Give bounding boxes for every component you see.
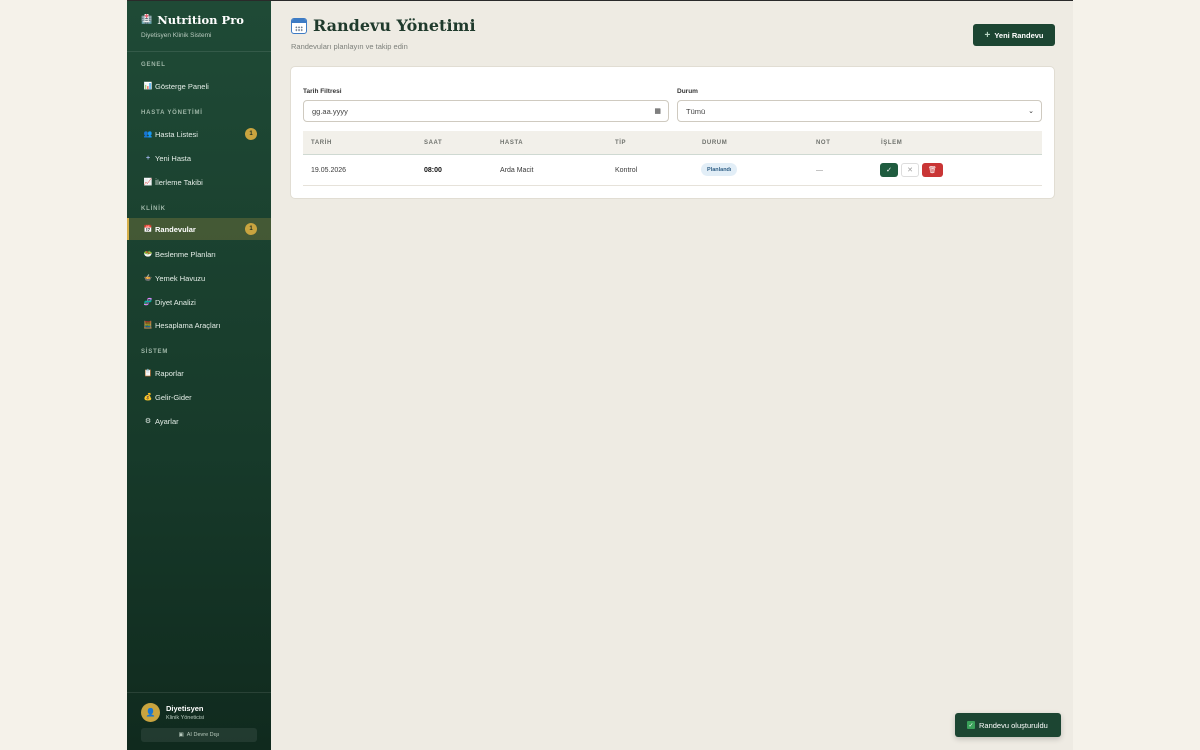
check-icon: ✓ (967, 721, 975, 729)
col-type: TİP (615, 140, 627, 146)
status-filter-select[interactable]: Tümü ⌄ (677, 100, 1042, 122)
table-row: 19.05.2026 08:00 Arda Macit Kontrol Plan… (303, 155, 1042, 186)
sidebar-item-reports[interactable]: 📋 Raporlar (127, 362, 271, 384)
user-panel: 👤 Diyetisyen Klinik Yöneticisi ▣ AI Devr… (127, 692, 271, 750)
section-klinik: KLİNİK (141, 206, 166, 212)
status-filter-label: Durum (677, 88, 698, 95)
close-icon: ✕ (907, 167, 913, 174)
col-action: İŞLEM (881, 140, 903, 146)
sidebar-item-dashboard[interactable]: 📊 Gösterge Paneli (127, 75, 271, 97)
avatar: 👤 (141, 703, 160, 722)
chevron-down-icon: ⌄ (1028, 108, 1034, 115)
sidebar-item-new-patient[interactable]: + Yeni Hasta (127, 147, 271, 169)
user-name: Diyetisyen (166, 704, 204, 713)
check-icon: ✓ (886, 167, 892, 174)
section-sistem: SİSTEM (141, 349, 169, 355)
date-filter-label: Tarih Filtresi (303, 88, 342, 95)
sidebar-item-calculators[interactable]: 🧮 Hesaplama Araçları (127, 314, 271, 336)
page-title: Randevu Yönetimi (291, 16, 476, 35)
appointment-count-badge: 1 (245, 223, 257, 235)
calendar-icon: 📅 (143, 226, 153, 233)
sidebar-item-patient-list[interactable]: 👥 Hasta Listesi 1 (127, 123, 271, 145)
clinic-icon: 🏥 (141, 15, 153, 25)
new-appointment-button[interactable]: + Yeni Randevu (973, 24, 1055, 46)
patient-count-badge: 1 (245, 128, 257, 140)
ai-toggle-button[interactable]: ▣ AI Devre Dışı (141, 728, 257, 742)
user-role: Klinik Yöneticisi (166, 715, 205, 721)
sidebar-item-diet-analysis[interactable]: 🧬 Diyet Analizi (127, 291, 271, 313)
sidebar-item-settings[interactable]: ⚙ Ayarlar (127, 410, 271, 432)
plus-icon: + (984, 29, 991, 41)
sidebar: 🏥 Nutrition Pro Diyetisyen Klinik Sistem… (127, 1, 271, 750)
page-subtitle: Randevuları planlayın ve takip edin (291, 42, 408, 51)
brand: 🏥 Nutrition Pro Diyetisyen Klinik Sistem… (127, 1, 271, 52)
cell-type: Kontrol (615, 167, 638, 174)
delete-button[interactable]: 🗑 (922, 163, 943, 177)
table-header: TARİH SAAT HASTA TİP DURUM NOT İŞLEM (303, 131, 1042, 155)
bowl-icon: 🍲 (143, 275, 153, 282)
brand-title: 🏥 Nutrition Pro (141, 13, 244, 27)
cancel-button[interactable]: ✕ (901, 163, 919, 177)
appointments-card: Tarih Filtresi gg.aa.yyyy ▦ Durum Tümü ⌄… (290, 66, 1055, 199)
cell-date: 19.05.2026 (311, 167, 347, 174)
calendar-icon (291, 17, 307, 34)
section-hasta-yonetimi: HASTA YÖNETİMİ (141, 110, 203, 116)
sidebar-item-nutrition-plans[interactable]: 🥗 Beslenme Planları (127, 243, 271, 265)
sidebar-item-appointments[interactable]: 📅 Randevular 1 (127, 218, 271, 240)
col-date: TARİH (311, 140, 332, 146)
plan-icon: 🥗 (143, 251, 153, 258)
col-note: NOT (816, 140, 831, 146)
gear-icon: ⚙ (144, 418, 152, 425)
sidebar-item-income-expense[interactable]: 💰 Gelir-Gider (127, 386, 271, 408)
sidebar-item-food-pool[interactable]: 🍲 Yemek Havuzu (127, 267, 271, 289)
brand-subtitle: Diyetisyen Klinik Sistemi (141, 32, 212, 39)
people-icon: 👥 (143, 131, 153, 138)
progress-chart-icon: 📈 (143, 179, 153, 186)
sidebar-item-progress[interactable]: 📈 İlerleme Takibi (127, 171, 271, 193)
trash-icon: 🗑 (928, 167, 937, 174)
robot-icon: ▣ (178, 732, 184, 738)
dna-icon: 🧬 (143, 299, 153, 306)
plus-icon: + (145, 154, 151, 162)
report-icon: 📋 (143, 370, 153, 377)
calendar-picker-icon[interactable]: ▦ (654, 107, 661, 115)
section-genel: GENEL (141, 62, 166, 68)
chart-icon: 📊 (143, 83, 153, 90)
complete-button[interactable]: ✓ (880, 163, 898, 177)
money-bag-icon: 💰 (143, 394, 153, 401)
cell-time: 08:00 (424, 167, 442, 174)
cell-note: — (816, 167, 823, 174)
calculator-icon: 🧮 (143, 322, 153, 329)
col-status: DURUM (702, 140, 728, 146)
date-filter-input[interactable]: gg.aa.yyyy ▦ (303, 100, 669, 122)
success-toast: ✓ Randevu oluşturuldu (955, 713, 1061, 737)
col-time: SAAT (424, 140, 443, 146)
col-patient: HASTA (500, 140, 524, 146)
status-badge: Planlandı (701, 163, 738, 176)
cell-patient: Arda Macit (500, 167, 534, 174)
